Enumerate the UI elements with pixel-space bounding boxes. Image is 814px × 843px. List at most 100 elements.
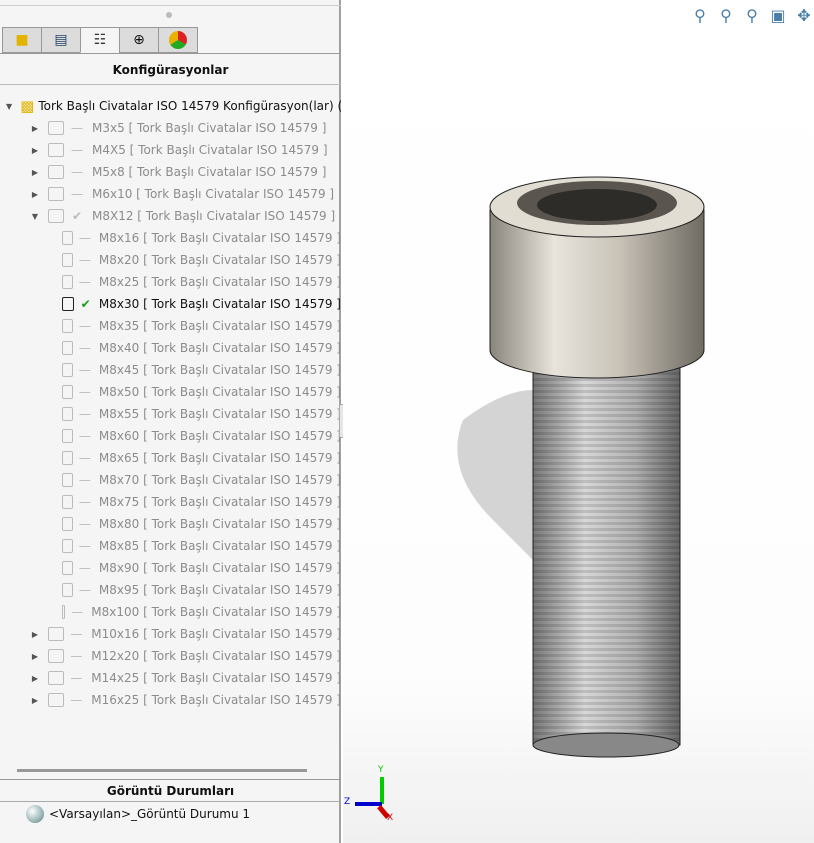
configuration-item[interactable]: — M8x65 [ Tork Başlı Civatalar ISO 14579 … [0, 447, 341, 469]
expand-arrow-icon[interactable]: ▶ [30, 674, 40, 683]
configuration-item[interactable]: ▶ — M5x8 [ Tork Başlı Civatalar ISO 14579 … [0, 161, 341, 183]
configuration-item[interactable]: — M8x50 [ Tork Başlı Civatalar ISO 14579 … [0, 381, 341, 403]
configuration-icon [62, 363, 73, 377]
configuration-item[interactable]: ▶ — M16x25 [ Tork Başlı Civatalar ISO 1457… [0, 689, 341, 711]
configuration-icon [62, 583, 73, 597]
triad-x-label: X [387, 813, 394, 823]
configuration-item[interactable]: — M8x80 [ Tork Başlı Civatalar ISO 14579 … [0, 513, 341, 535]
panel-top-border [0, 0, 341, 6]
expand-arrow-icon[interactable]: ▶ [30, 124, 40, 133]
configuration-icon [62, 385, 73, 399]
configuration-label: M8x95 [ Tork Başlı Civatalar ISO 14579 ] [98, 583, 341, 597]
configuration-item[interactable]: — M8x90 [ Tork Başlı Civatalar ISO 14579 … [0, 557, 341, 579]
bolt-model [457, 176, 705, 758]
configuration-label: M16x25 [ Tork Başlı Civatalar ISO 14579 … [91, 693, 341, 707]
dimxpert-icon: ⊕ [133, 32, 145, 48]
triad-z-label: Z [344, 797, 351, 807]
dash-icon: — [78, 473, 91, 487]
configuration-item[interactable]: — M8x85 [ Tork Başlı Civatalar ISO 14579 … [0, 535, 341, 557]
configuration-item[interactable]: — M8x95 [ Tork Başlı Civatalar ISO 14579 … [0, 579, 341, 601]
dash-icon: — [78, 363, 91, 377]
configuration-icon [47, 649, 64, 663]
graphics-viewport[interactable]: ⚲ ⚲ ⚲ ▣ ✥ Y Z X [343, 0, 814, 843]
display-manager-icon [169, 31, 187, 49]
check-icon: ✔ [71, 209, 83, 223]
configuration-label: M8x35 [ Tork Başlı Civatalar ISO 14579 ] [98, 319, 341, 333]
configuration-label: M8x70 [ Tork Başlı Civatalar ISO 14579 ] [98, 473, 341, 487]
configuration-label: M8x45 [ Tork Başlı Civatalar ISO 14579 ] [98, 363, 341, 377]
configuration-label: M6x10 [ Tork Başlı Civatalar ISO 14579 ] [92, 187, 335, 201]
configuration-icon [62, 539, 73, 553]
dash-icon: — [78, 407, 91, 421]
configuration-item[interactable]: ▶ — M3x5 [ Tork Başlı Civatalar ISO 14579 … [0, 117, 341, 139]
triad-y-axis [380, 777, 384, 804]
configuration-item[interactable]: — M8x55 [ Tork Başlı Civatalar ISO 14579 … [0, 403, 341, 425]
tab-property-manager[interactable]: ▤ [41, 27, 81, 53]
dash-icon: — [71, 165, 83, 179]
dash-icon: — [70, 693, 83, 707]
configuration-label: M8x40 [ Tork Başlı Civatalar ISO 14579 ] [98, 341, 341, 355]
configuration-label: M10x16 [ Tork Başlı Civatalar ISO 14579 … [91, 627, 341, 641]
configuration-item[interactable]: — M8x40 [ Tork Başlı Civatalar ISO 14579 … [0, 337, 341, 359]
configuration-item[interactable]: ▶ — M6x10 [ Tork Başlı Civatalar ISO 14579… [0, 183, 341, 205]
configuration-item[interactable]: — M8x75 [ Tork Başlı Civatalar ISO 14579 … [0, 491, 341, 513]
configuration-icon [62, 407, 73, 421]
configuration-item[interactable]: — M8x45 [ Tork Başlı Civatalar ISO 14579 … [0, 359, 341, 381]
configuration-icon [47, 627, 64, 641]
display-state-icon [26, 805, 44, 823]
expand-arrow-icon[interactable]: ▼ [30, 212, 40, 221]
manager-tabs: ■ ▤ ☷ ⊕ [2, 27, 198, 53]
dash-icon: — [71, 187, 83, 201]
configuration-item[interactable]: — M8x20 [ Tork Başlı Civatalar ISO 14579 … [0, 249, 341, 271]
configuration-item[interactable]: ▶ — M10x16 [ Tork Başlı Civatalar ISO 1457… [0, 623, 341, 645]
panel-title: Konfigürasyonlar [0, 53, 341, 85]
configuration-icon [62, 253, 73, 267]
configuration-label: M8x30 [ Tork Başlı Civatalar ISO 14579 ] [98, 297, 341, 311]
configuration-icon [62, 561, 73, 575]
dash-icon: — [78, 341, 91, 355]
expand-arrow-icon[interactable]: ▼ [6, 102, 12, 111]
configuration-item[interactable]: ▶ — M4X5 [ Tork Başlı Civatalar ISO 14579 … [0, 139, 341, 161]
configuration-label: M8x50 [ Tork Başlı Civatalar ISO 14579 ] [98, 385, 341, 399]
configuration-item[interactable]: — M8x25 [ Tork Başlı Civatalar ISO 14579 … [0, 271, 341, 293]
expand-arrow-icon[interactable]: ▶ [30, 146, 40, 155]
tab-dimxpert-manager[interactable]: ⊕ [119, 27, 159, 53]
configuration-item[interactable]: ▼ ✔ M8X12 [ Tork Başlı Civatalar ISO 14579… [0, 205, 341, 227]
configuration-tree: ▼ ▩ Tork Başlı Civatalar ISO 14579 Konfi… [0, 95, 341, 711]
dash-icon: — [78, 231, 91, 245]
expand-arrow-icon[interactable]: ▶ [30, 630, 40, 639]
display-state-item[interactable]: <Varsayılan>_Görüntü Durumu 1 [26, 805, 250, 823]
splitter-bar[interactable] [17, 769, 307, 772]
configuration-icon [48, 143, 64, 157]
dash-icon: — [78, 495, 91, 509]
configuration-item[interactable]: — M8x60 [ Tork Başlı Civatalar ISO 14579 … [0, 425, 341, 447]
axis-triad: Y Z X [343, 765, 403, 825]
configuration-icon [48, 187, 64, 201]
triad-y-label: Y [378, 765, 384, 775]
expand-arrow-icon[interactable]: ▶ [30, 652, 40, 661]
expand-arrow-icon[interactable]: ▶ [30, 168, 40, 177]
configuration-item[interactable]: — M8x100 [ Tork Başlı Civatalar ISO 14579… [0, 601, 341, 623]
configuration-item[interactable]: ▶ — M12x20 [ Tork Başlı Civatalar ISO 1457… [0, 645, 341, 667]
configuration-item[interactable]: ✔ M8x30 [ Tork Başlı Civatalar ISO 14579 … [0, 293, 341, 315]
expand-arrow-icon[interactable]: ▶ [30, 190, 40, 199]
configuration-item[interactable]: ▶ — M14x25 [ Tork Başlı Civatalar ISO 1457… [0, 667, 341, 689]
dash-icon: — [71, 605, 84, 619]
tab-configuration-manager[interactable]: ☷ [80, 27, 120, 53]
dash-icon: — [78, 517, 91, 531]
expand-arrow-icon[interactable]: ▶ [30, 696, 40, 705]
tab-display-manager[interactable] [158, 27, 198, 53]
configuration-icon [47, 693, 64, 707]
panel-grip[interactable] [166, 12, 172, 18]
configuration-icon [62, 605, 66, 619]
configuration-icon [62, 451, 73, 465]
configuration-item[interactable]: — M8x70 [ Tork Başlı Civatalar ISO 14579 … [0, 469, 341, 491]
tree-root[interactable]: ▼ ▩ Tork Başlı Civatalar ISO 14579 Konfi… [0, 95, 341, 117]
configuration-icon [48, 165, 64, 179]
tab-feature-manager[interactable]: ■ [2, 27, 42, 53]
configuration-label: M3x5 [ Tork Başlı Civatalar ISO 14579 ] [92, 121, 327, 135]
configuration-item[interactable]: — M8x35 [ Tork Başlı Civatalar ISO 14579 … [0, 315, 341, 337]
dash-icon: — [78, 561, 91, 575]
configuration-label: M4X5 [ Tork Başlı Civatalar ISO 14579 ] [92, 143, 328, 157]
configuration-item[interactable]: — M8x16 [ Tork Başlı Civatalar ISO 14579 … [0, 227, 341, 249]
